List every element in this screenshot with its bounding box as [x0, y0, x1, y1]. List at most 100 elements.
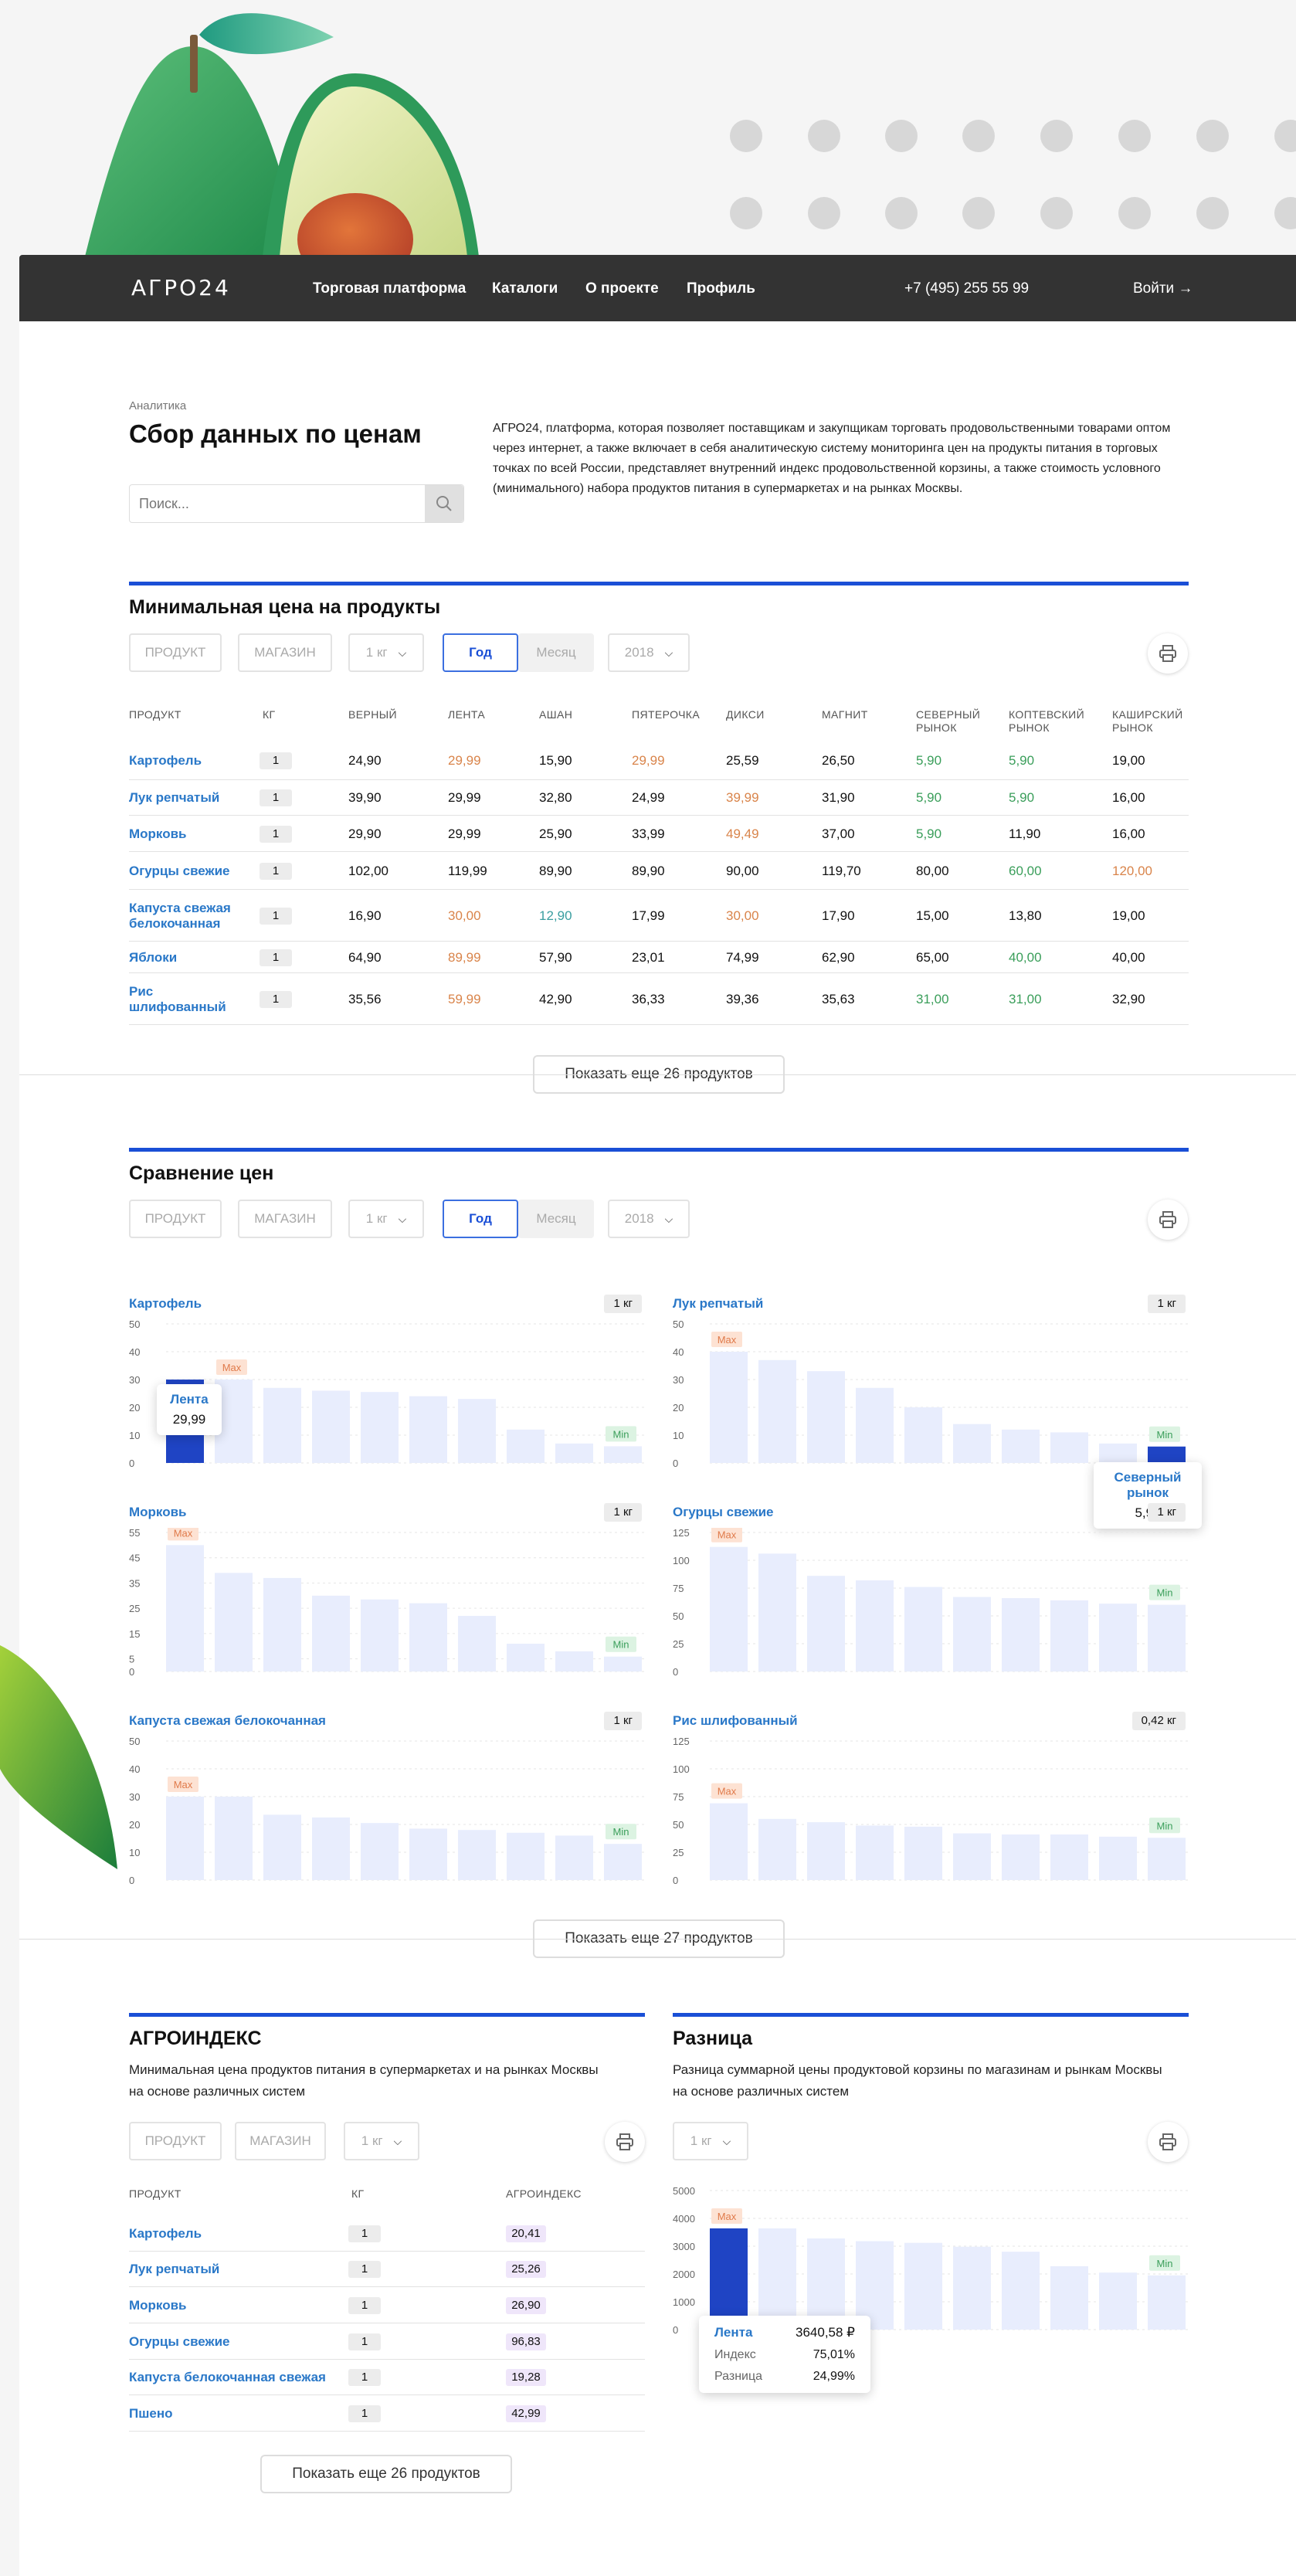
chart-bar[interactable] — [1002, 1597, 1040, 1672]
filter-store[interactable]: МАГАЗИН — [238, 633, 332, 672]
chart-bar[interactable] — [604, 1446, 642, 1463]
chart-bar[interactable] — [507, 1429, 545, 1463]
chart-bar[interactable] — [1002, 1834, 1040, 1880]
chart-bar[interactable] — [263, 1577, 301, 1672]
chart-bar[interactable] — [710, 1546, 748, 1672]
product-link[interactable]: Огурцы свежие — [129, 864, 245, 879]
chart-bar[interactable] — [710, 1352, 748, 1463]
chart-bar[interactable] — [409, 1828, 447, 1880]
chart-bar[interactable] — [409, 1396, 447, 1463]
product-link[interactable]: Капуста свежая белокочанная — [129, 901, 245, 932]
logo[interactable]: АГРО24 — [131, 275, 231, 300]
product-link[interactable]: Картофель — [129, 2226, 202, 2242]
filter-unit[interactable]: 1 кг ⌵ — [348, 1200, 424, 1238]
chart-title[interactable]: Рис шлифованный — [673, 1713, 798, 1729]
chart-bar[interactable] — [361, 1599, 399, 1672]
chart-bar[interactable] — [1148, 1604, 1186, 1672]
nav-item-about[interactable]: О проекте — [585, 280, 659, 297]
chart-bar[interactable] — [1099, 2272, 1137, 2330]
chart-bar[interactable] — [758, 1818, 796, 1880]
print-button[interactable] — [1148, 633, 1188, 674]
period-month[interactable]: Месяц — [518, 1200, 594, 1238]
chart-bar[interactable] — [1148, 1838, 1186, 1880]
chart-bar[interactable] — [1002, 2252, 1040, 2330]
chart-bar[interactable] — [856, 1580, 894, 1672]
chart-bar[interactable] — [856, 1825, 894, 1880]
chart-bar[interactable] — [604, 1844, 642, 1880]
chart-bar[interactable] — [953, 1833, 991, 1880]
print-button[interactable] — [1148, 2122, 1188, 2162]
filter-unit[interactable]: 1 кг ⌵ — [348, 633, 424, 672]
filter-unit[interactable]: 1 кг ⌵ — [344, 2122, 419, 2160]
product-link[interactable]: Морковь — [129, 2298, 187, 2313]
filter-year[interactable]: 2018 ⌵ — [608, 633, 690, 672]
chart-title[interactable]: Лук репчатый — [673, 1296, 763, 1312]
chart-bar[interactable] — [458, 1616, 496, 1672]
filter-product[interactable]: ПРОДУКТ — [129, 2122, 222, 2160]
chart-bar[interactable] — [1050, 1600, 1088, 1672]
chart-bar[interactable] — [555, 1443, 593, 1463]
chart-bar[interactable] — [856, 1387, 894, 1463]
chart-bar[interactable] — [166, 1797, 204, 1880]
chart-bar[interactable] — [904, 1587, 942, 1672]
chart-bar[interactable] — [1148, 2275, 1186, 2330]
product-link[interactable]: Пшено — [129, 2406, 173, 2422]
chart-bar[interactable] — [1050, 2265, 1088, 2330]
login-link[interactable]: Войти → — [1133, 280, 1193, 297]
chart-bar[interactable] — [555, 1835, 593, 1880]
chart-bar[interactable] — [1148, 1446, 1186, 1463]
chart-bar[interactable] — [758, 2228, 796, 2330]
chart-title[interactable]: Капуста свежая белокочанная — [129, 1713, 326, 1729]
chart-bar[interactable] — [953, 1424, 991, 1463]
chart-bar[interactable] — [1099, 1443, 1137, 1463]
filter-product[interactable]: ПРОДУКТ — [129, 633, 222, 672]
chart-bar[interactable] — [953, 1597, 991, 1672]
chart-bar[interactable] — [215, 1797, 253, 1880]
chart-bar[interactable] — [361, 1823, 399, 1880]
chart-bar[interactable] — [1002, 1429, 1040, 1463]
chart-bar[interactable] — [312, 1595, 350, 1672]
chart-bar[interactable] — [263, 1387, 301, 1463]
product-link[interactable]: Лук репчатый — [129, 790, 245, 806]
filter-unit[interactable]: 1 кг ⌵ — [673, 2122, 748, 2160]
chart-bar[interactable] — [904, 1407, 942, 1463]
chart-title[interactable]: Огурцы свежие — [673, 1505, 773, 1520]
product-link[interactable]: Морковь — [129, 826, 245, 842]
chart-bar[interactable] — [555, 1651, 593, 1672]
product-link[interactable]: Рис шлифованный — [129, 984, 245, 1015]
chart-bar[interactable] — [953, 2246, 991, 2330]
nav-item-catalogs[interactable]: Каталоги — [492, 280, 558, 297]
chart-bar[interactable] — [1099, 1836, 1137, 1880]
print-button[interactable] — [605, 2122, 645, 2162]
chart-bar[interactable] — [507, 1644, 545, 1672]
print-button[interactable] — [1148, 1200, 1188, 1240]
chart-bar[interactable] — [807, 1822, 845, 1880]
product-link[interactable]: Картофель — [129, 753, 245, 769]
chart-bar[interactable] — [312, 1817, 350, 1880]
chart-bar[interactable] — [904, 2242, 942, 2330]
product-link[interactable]: Капуста белокочанная свежая — [129, 2370, 326, 2385]
chart-bar[interactable] — [312, 1390, 350, 1463]
chart-bar[interactable] — [604, 1656, 642, 1672]
chart-bar[interactable] — [710, 1803, 748, 1880]
chart-bar[interactable] — [710, 2228, 748, 2330]
phone-number[interactable]: +7 (495) 255 55 99 — [904, 280, 1029, 297]
chart-bar[interactable] — [361, 1392, 399, 1463]
chart-bar[interactable] — [1050, 1432, 1088, 1463]
chart-bar[interactable] — [758, 1359, 796, 1463]
chart-bar[interactable] — [904, 1826, 942, 1880]
filter-store[interactable]: МАГАЗИН — [235, 2122, 326, 2160]
chart-bar[interactable] — [1099, 1604, 1137, 1672]
chart-bar[interactable] — [458, 1830, 496, 1880]
chart-bar[interactable] — [215, 1573, 253, 1672]
chart-bar[interactable] — [807, 1371, 845, 1463]
search-input[interactable] — [130, 485, 423, 522]
chart-bar[interactable] — [507, 1832, 545, 1880]
product-link[interactable]: Лук репчатый — [129, 2262, 219, 2277]
product-link[interactable]: Яблоки — [129, 950, 245, 966]
search-button[interactable] — [425, 485, 463, 522]
product-link[interactable]: Огурцы свежие — [129, 2334, 229, 2350]
chart-bar[interactable] — [807, 1576, 845, 1672]
period-year[interactable]: Год — [443, 633, 518, 672]
chart-bar[interactable] — [166, 1545, 204, 1672]
